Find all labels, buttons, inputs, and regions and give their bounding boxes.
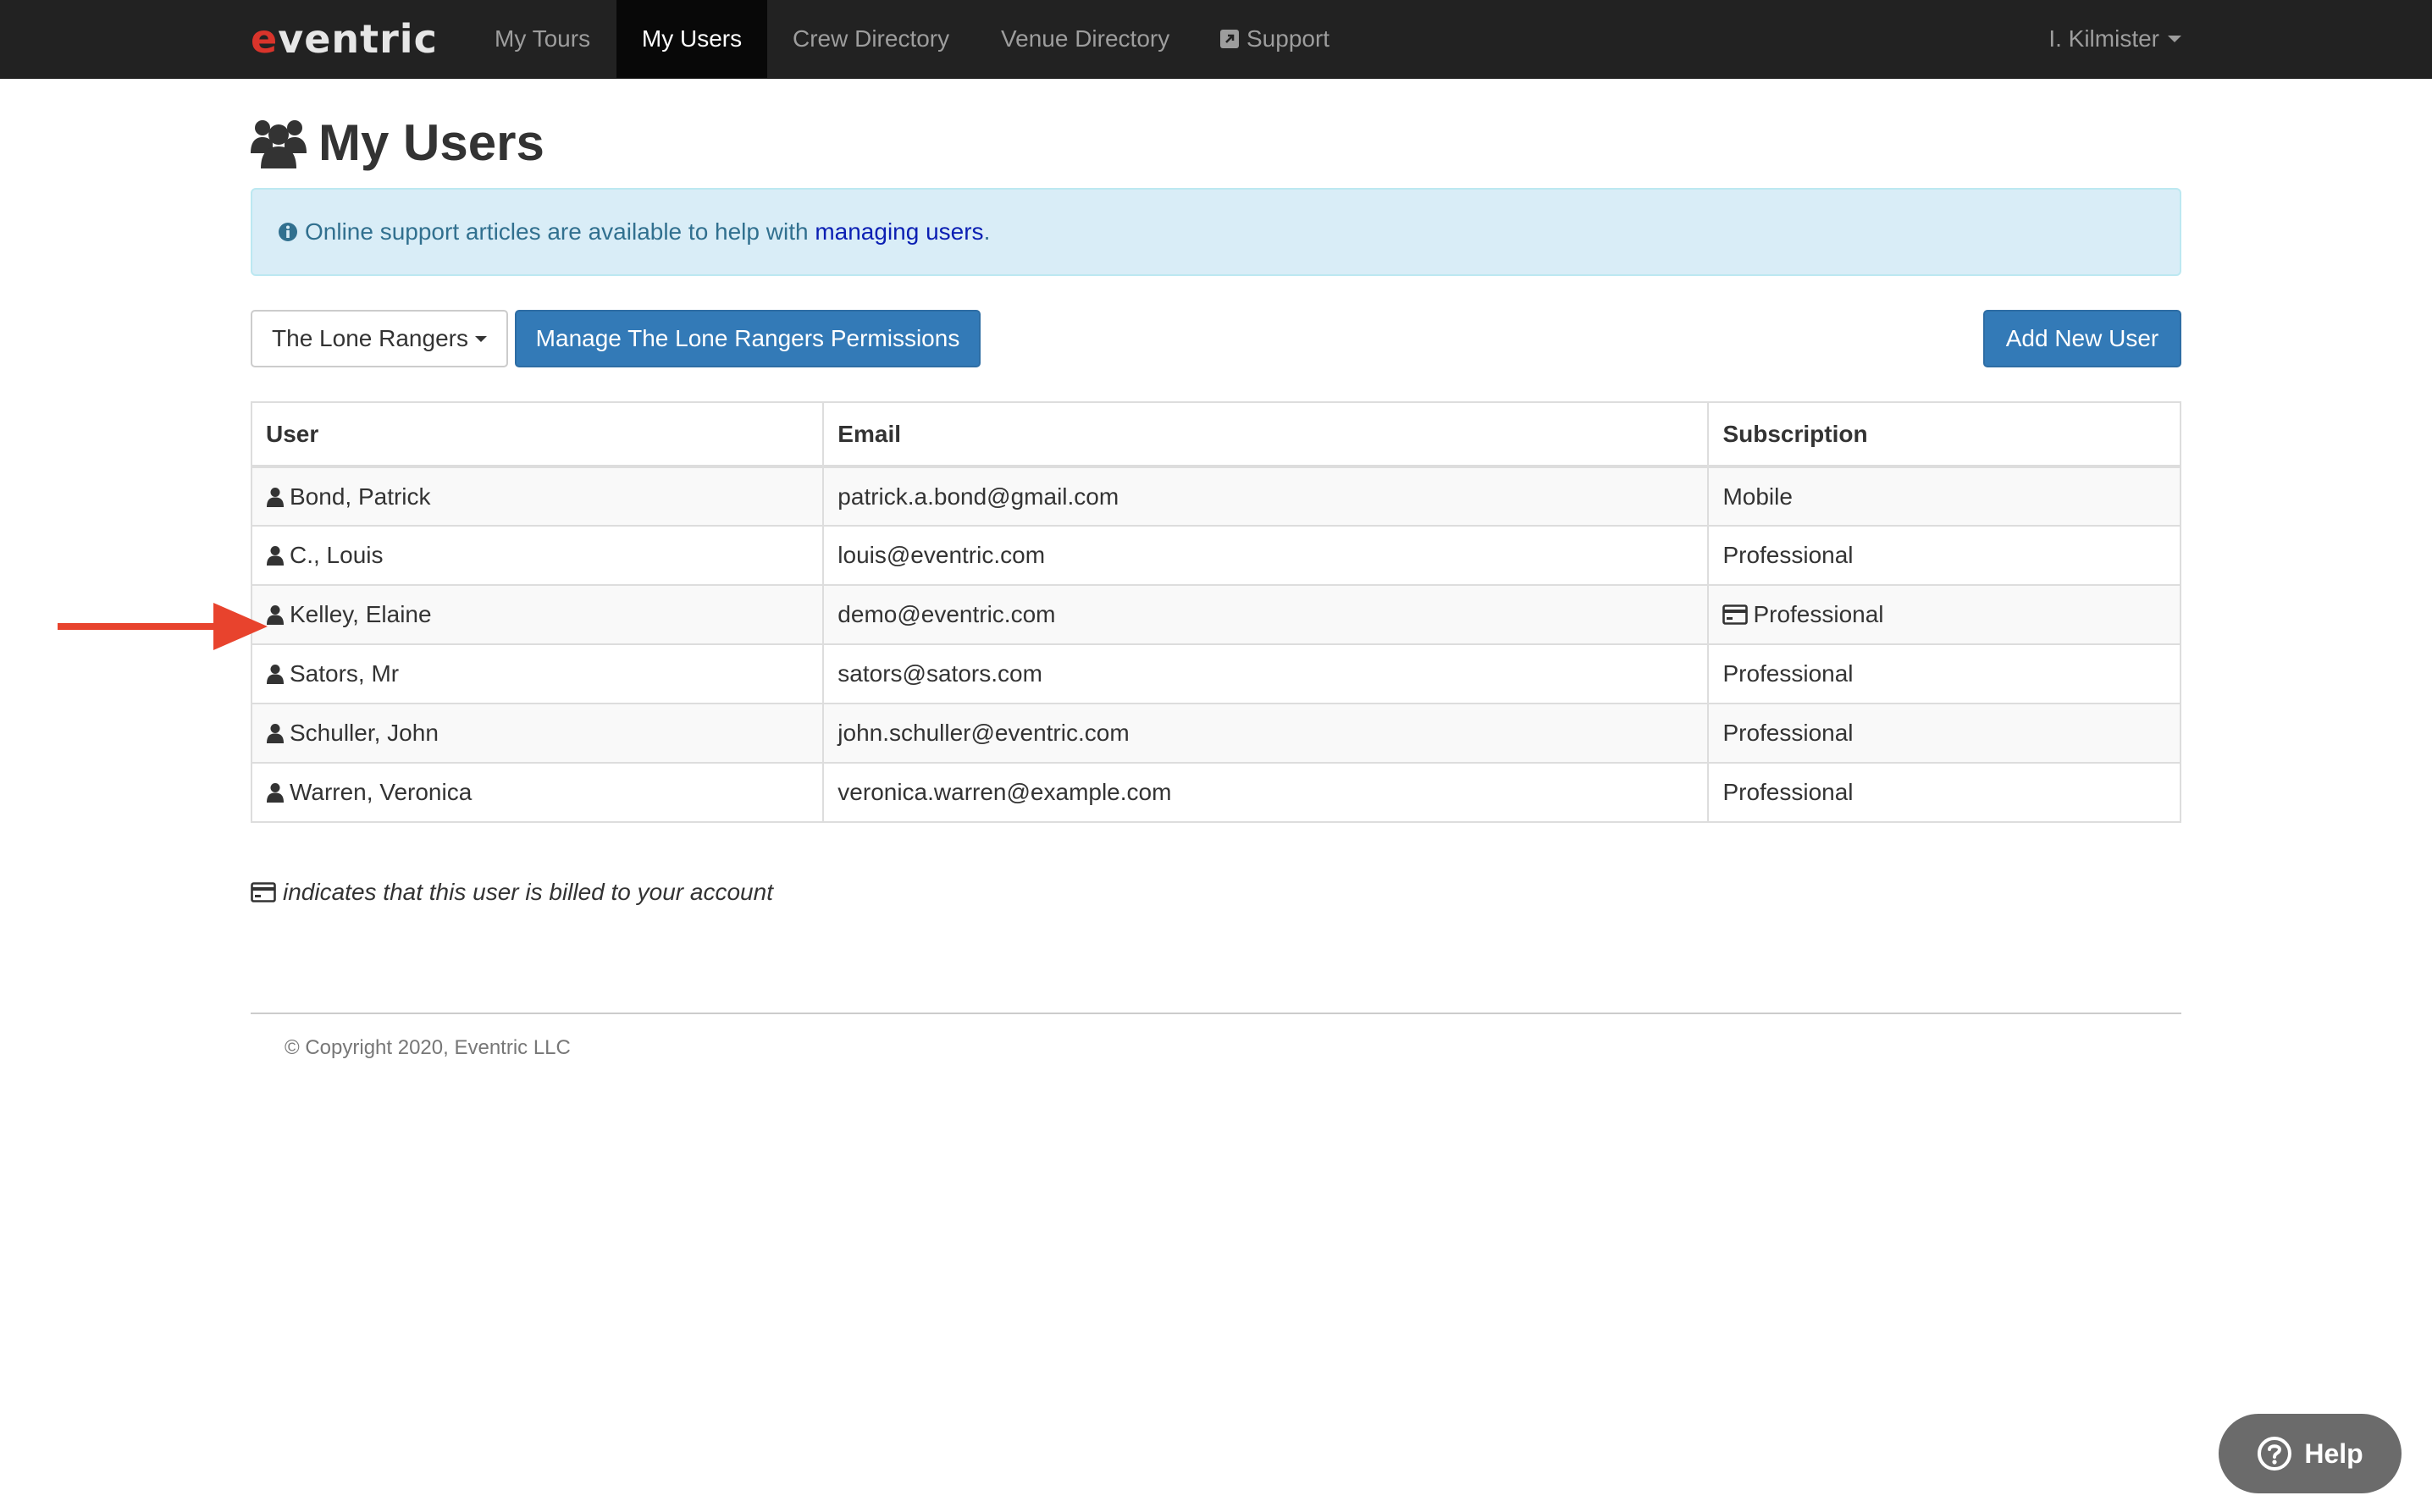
email-cell: john.schuller@eventric.com xyxy=(822,703,1710,764)
nav-my-users[interactable]: My Users xyxy=(616,0,767,78)
user-name[interactable]: Sators, Mr xyxy=(290,660,399,687)
user-icon xyxy=(267,783,284,803)
column-header-subscription: Subscription xyxy=(1707,401,2181,468)
table-header-row: User Email Subscription xyxy=(250,401,2181,468)
user-email: louis@eventric.com xyxy=(837,542,1046,568)
user-menu[interactable]: I. Kilmister xyxy=(2048,0,2181,78)
user-subscription: Professional xyxy=(1722,660,1854,687)
navbar: eventric My Tours My Users Crew Director… xyxy=(0,0,2432,79)
page-header: My Users xyxy=(251,108,544,176)
credit-card-icon xyxy=(251,882,276,902)
brand-wordmark: eventric xyxy=(251,16,438,62)
user-menu-label: I. Kilmister xyxy=(2048,25,2159,52)
copyright-text: © Copyright 2020, Eventric LLC xyxy=(285,1036,571,1059)
annotation-arrow-icon xyxy=(58,603,268,650)
alert-text-end: . xyxy=(983,218,991,245)
manage-permissions-label: Manage The Lone Rangers Permissions xyxy=(535,325,960,351)
email-cell: sators@sators.com xyxy=(822,643,1710,704)
brand-logo[interactable]: eventric xyxy=(251,15,437,63)
user-icon xyxy=(267,724,284,743)
caret-down-icon xyxy=(474,335,487,342)
user-name[interactable]: Schuller, John xyxy=(290,720,439,747)
nav-venue-directory-label: Venue Directory xyxy=(1001,25,1170,52)
user-email: sators@sators.com xyxy=(837,660,1042,687)
billing-legend: indicates that this user is billed to yo… xyxy=(251,879,773,906)
user-email: john.schuller@eventric.com xyxy=(837,720,1130,746)
user-cell[interactable]: Schuller, John xyxy=(250,703,825,764)
user-name[interactable]: C., Louis xyxy=(290,542,384,569)
alert-text: Online support articles are available to… xyxy=(305,218,815,245)
info-circle-icon xyxy=(279,223,297,241)
column-header-email: Email xyxy=(822,401,1710,468)
user-icon xyxy=(267,546,284,566)
email-cell: patrick.a.bond@gmail.com xyxy=(822,466,1710,527)
subscription-cell: Professional xyxy=(1707,703,2181,764)
table-row[interactable]: Warren, Veronica veronica.warren@example.… xyxy=(250,762,2181,823)
nav-crew-directory-label: Crew Directory xyxy=(793,25,950,52)
table-row[interactable]: Sators, Mr sators@sators.com Professional xyxy=(250,643,2181,704)
subscription-cell: Professional xyxy=(1707,525,2181,586)
users-table-body: Bond, Patrick patrick.a.bond@gmail.com Mob… xyxy=(250,466,2181,823)
group-select-dropdown[interactable]: The Lone Rangers xyxy=(251,310,508,367)
nav-my-users-label: My Users xyxy=(641,25,743,52)
nav-support[interactable]: Support xyxy=(1206,0,1343,78)
user-cell[interactable]: Kelley, Elaine xyxy=(250,584,825,645)
user-name[interactable]: Kelley, Elaine xyxy=(290,601,432,628)
info-alert: Online support articles are available to… xyxy=(251,188,2181,276)
user-email: veronica.warren@example.com xyxy=(837,779,1172,805)
user-cell[interactable]: Warren, Veronica xyxy=(250,762,825,823)
table-row[interactable]: Bond, Patrick patrick.a.bond@gmail.com Mob… xyxy=(250,466,2181,527)
user-email: patrick.a.bond@gmail.com xyxy=(837,483,1119,510)
user-icon xyxy=(267,605,284,625)
help-label: Help xyxy=(2304,1438,2363,1469)
subscription-cell: Mobile xyxy=(1707,466,2181,527)
user-subscription: Professional xyxy=(1753,601,1884,627)
user-name[interactable]: Bond, Patrick xyxy=(290,483,431,510)
add-new-user-label: Add New User xyxy=(2005,325,2159,351)
footer-divider xyxy=(251,1013,2181,1014)
nav-my-tours-label: My Tours xyxy=(495,25,591,52)
table-row[interactable]: C., Louis louis@eventric.com Professional xyxy=(250,525,2181,586)
help-button[interactable]: Help xyxy=(2219,1414,2402,1493)
users-icon xyxy=(251,120,307,168)
credit-card-icon xyxy=(1722,604,1749,625)
user-subscription: Professional xyxy=(1722,779,1854,805)
question-circle-icon xyxy=(2258,1437,2292,1471)
email-cell: demo@eventric.com xyxy=(822,584,1710,645)
nav-support-label: Support xyxy=(1246,25,1330,52)
user-icon xyxy=(267,665,284,684)
external-link-icon xyxy=(1220,30,1239,48)
email-cell: louis@eventric.com xyxy=(822,525,1710,586)
subscription-cell: Professional xyxy=(1707,584,2181,645)
user-email: demo@eventric.com xyxy=(837,601,1056,627)
users-table: User Email Subscription Bond, Patrick pat… xyxy=(250,401,2181,823)
page-title: My Users xyxy=(318,113,544,171)
column-header-user: User xyxy=(250,401,825,468)
group-select-label: The Lone Rangers xyxy=(272,325,468,351)
caret-down-icon xyxy=(2168,36,2181,42)
user-subscription: Professional xyxy=(1722,542,1854,568)
subscription-cell: Professional xyxy=(1707,762,2181,823)
table-row[interactable]: Schuller, John john.schuller@eventric.com… xyxy=(250,703,2181,764)
user-subscription: Professional xyxy=(1722,720,1854,746)
subscription-cell: Professional xyxy=(1707,643,2181,704)
billing-legend-text: indicates that this user is billed to yo… xyxy=(283,879,773,905)
user-cell[interactable]: C., Louis xyxy=(250,525,825,586)
user-subscription: Mobile xyxy=(1722,483,1793,510)
email-cell: veronica.warren@example.com xyxy=(822,762,1710,823)
nav-my-tours[interactable]: My Tours xyxy=(481,0,605,78)
add-new-user-button[interactable]: Add New User xyxy=(1983,310,2181,367)
manage-permissions-button[interactable]: Manage The Lone Rangers Permissions xyxy=(515,310,981,367)
user-name[interactable]: Warren, Veronica xyxy=(290,779,472,806)
user-cell[interactable]: Sators, Mr xyxy=(250,643,825,704)
nav-crew-directory[interactable]: Crew Directory xyxy=(779,0,963,78)
managing-users-link[interactable]: managing users xyxy=(815,218,983,246)
user-icon xyxy=(267,487,284,507)
user-cell[interactable]: Bond, Patrick xyxy=(250,466,825,527)
table-row[interactable]: Kelley, Elaine demo@eventric.com Professio… xyxy=(250,584,2181,645)
nav-venue-directory[interactable]: Venue Directory xyxy=(987,0,1183,78)
